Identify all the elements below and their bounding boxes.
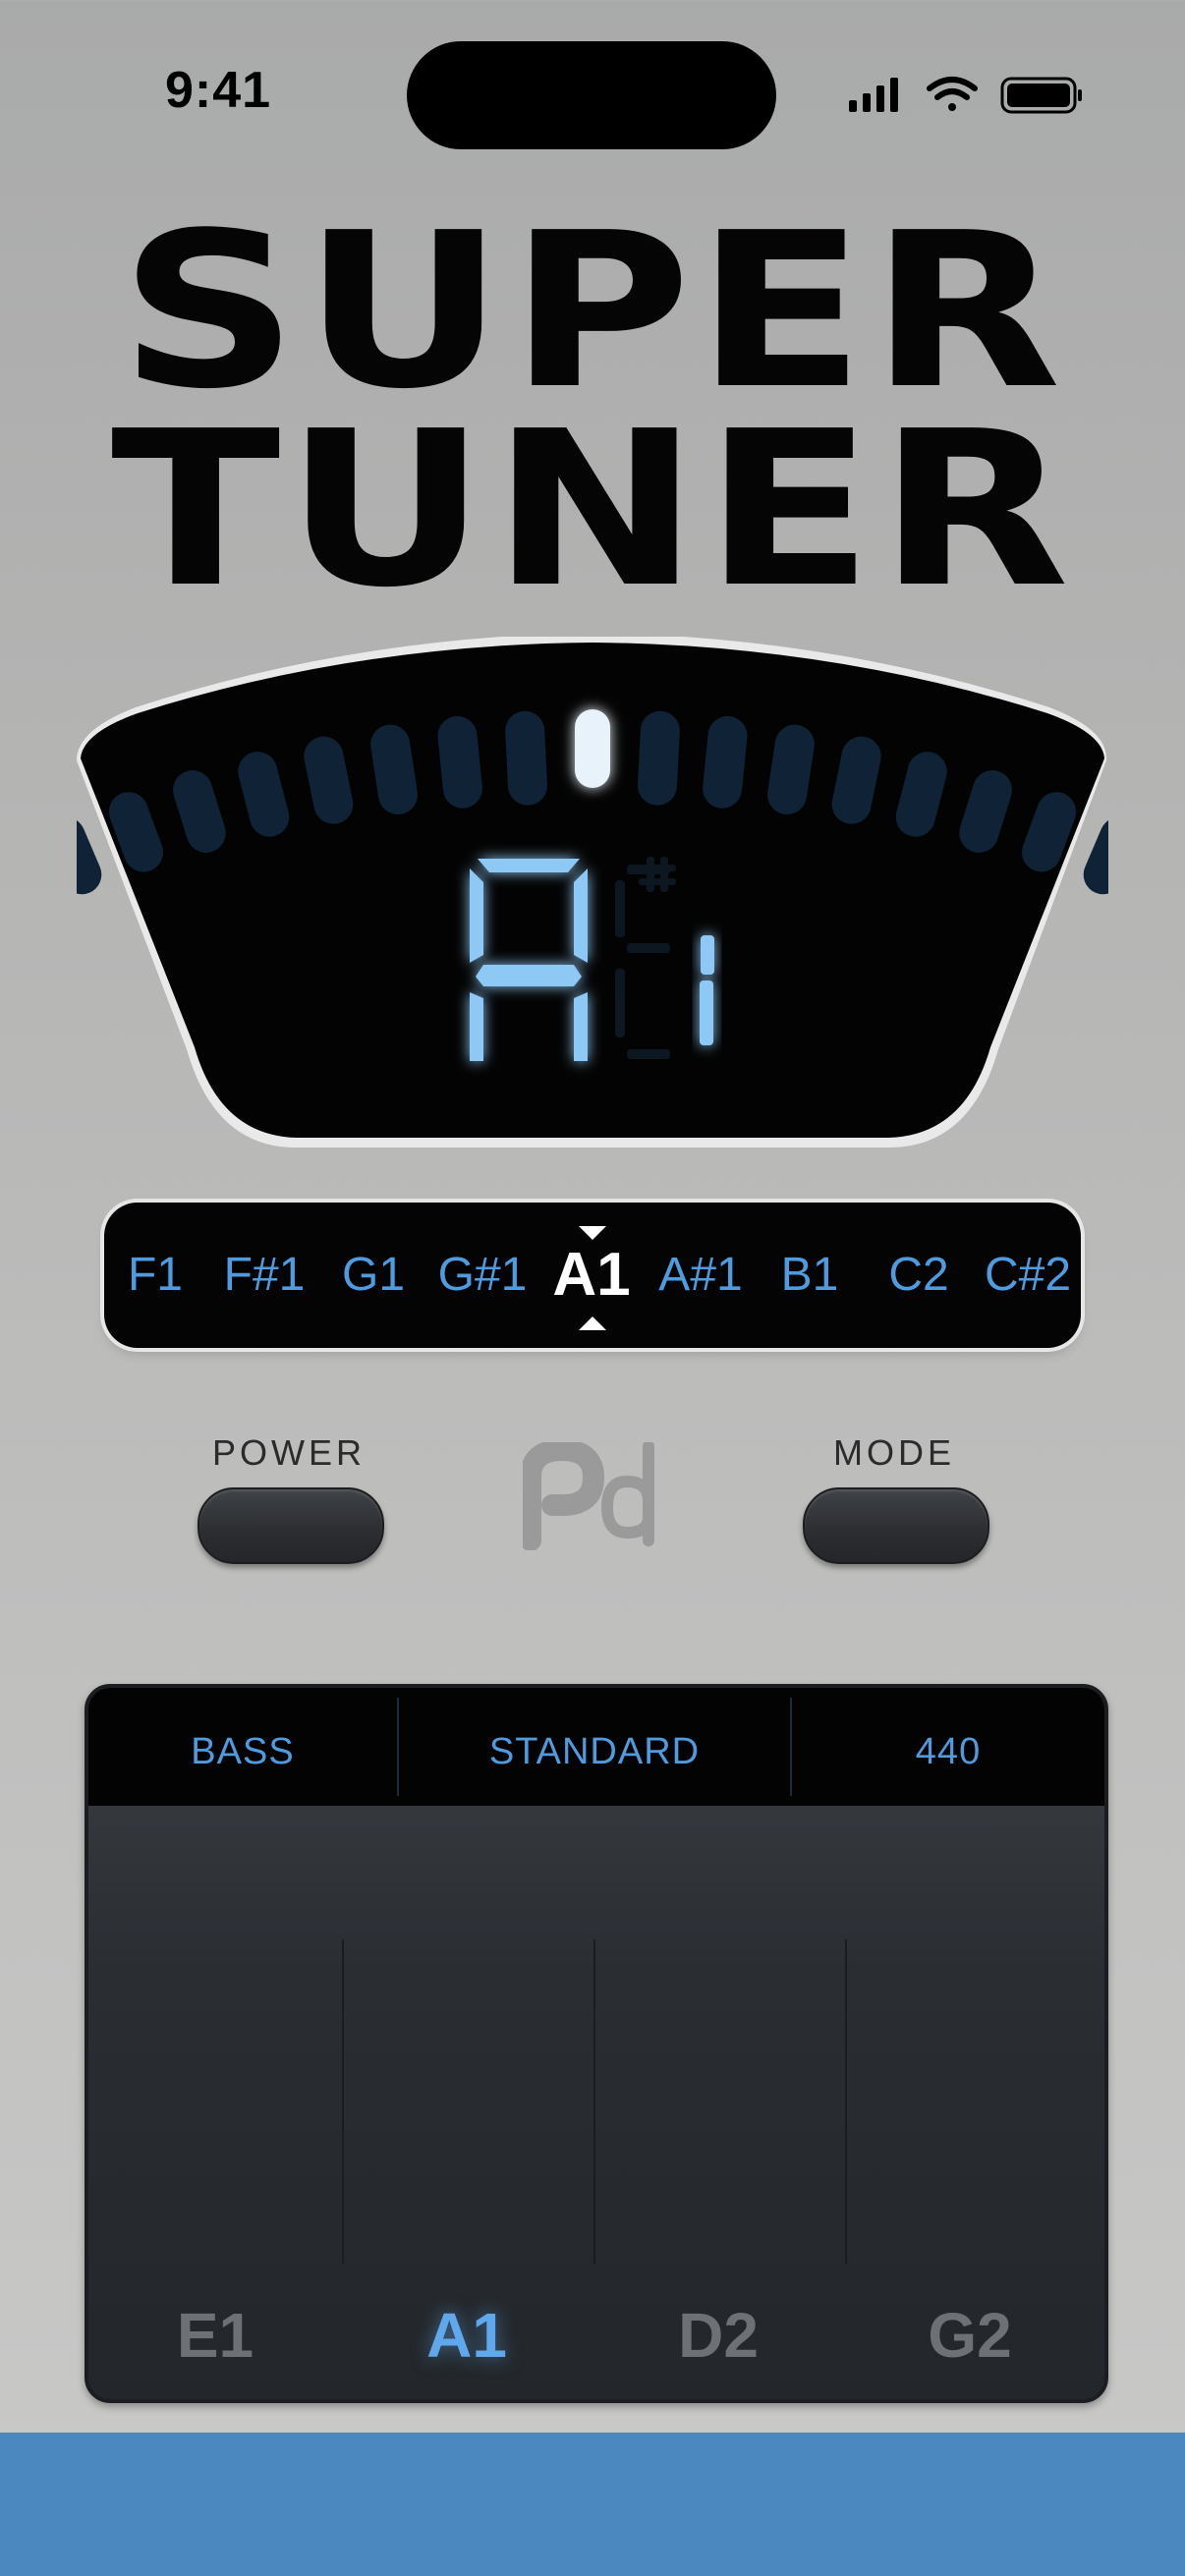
tuner-display: A: [0, 633, 1185, 1148]
mode-button[interactable]: [803, 1487, 989, 1564]
pd-logo-icon: [520, 1438, 660, 1551]
string-button[interactable]: G2: [872, 2299, 1068, 2372]
note-option[interactable]: C2: [860, 1248, 978, 1302]
string-button[interactable]: D2: [620, 2299, 817, 2372]
power-button[interactable]: [198, 1487, 384, 1564]
instrument-selector[interactable]: BASS: [88, 1731, 397, 1773]
note-option[interactable]: F#1: [205, 1248, 323, 1302]
lcd-note-text: A: [77, 637, 78, 638]
selected-note-marker-bottom: [579, 1316, 606, 1330]
app-title-line-2: TUNER: [110, 386, 1075, 635]
gauge-tick: [638, 710, 680, 806]
lcd-octave-digit: [700, 935, 714, 1045]
battery-icon: [1000, 77, 1082, 114]
note-option[interactable]: G#1: [423, 1248, 541, 1302]
mode-label: MODE: [833, 1432, 955, 1473]
string-button[interactable]: E1: [117, 2299, 313, 2372]
note-option[interactable]: B1: [751, 1248, 869, 1302]
string-divider: [593, 1939, 595, 2264]
string-divider: [342, 1939, 344, 2264]
dynamic-island: [407, 41, 776, 149]
note-option[interactable]: F1: [96, 1248, 214, 1302]
app-title-line-1: SUPER: [119, 188, 1066, 436]
bottom-bar: [0, 2433, 1185, 2576]
power-label: POWER: [211, 1432, 366, 1473]
gauge-tick: [505, 710, 547, 806]
tuning-settings-bar: BASS STANDARD 440: [88, 1688, 1104, 1806]
note-option[interactable]: C#2: [969, 1248, 1087, 1302]
string-tuning-panel: BASS STANDARD 440 E1 A1 D2 G2: [85, 1684, 1108, 2403]
note-option[interactable]: A#1: [642, 1248, 760, 1302]
string-button[interactable]: A1: [368, 2299, 565, 2372]
note-option[interactable]: A1: [533, 1240, 650, 1310]
note-option[interactable]: G1: [314, 1248, 432, 1302]
string-divider: [845, 1939, 847, 2264]
selected-note-marker-top: [579, 1226, 606, 1240]
cellular-signal-icon: [849, 78, 898, 112]
gauge-needle-active: [575, 709, 610, 788]
reference-pitch-selector[interactable]: 440: [792, 1731, 1104, 1773]
status-icons: [847, 73, 1083, 122]
tuner-gauge: A: [0, 633, 1185, 1148]
tuning-selector[interactable]: STANDARD: [399, 1731, 790, 1773]
signal-wifi-battery-icons: [849, 77, 1082, 114]
wifi-icon: [927, 77, 978, 111]
status-time: 9:41: [165, 62, 272, 119]
